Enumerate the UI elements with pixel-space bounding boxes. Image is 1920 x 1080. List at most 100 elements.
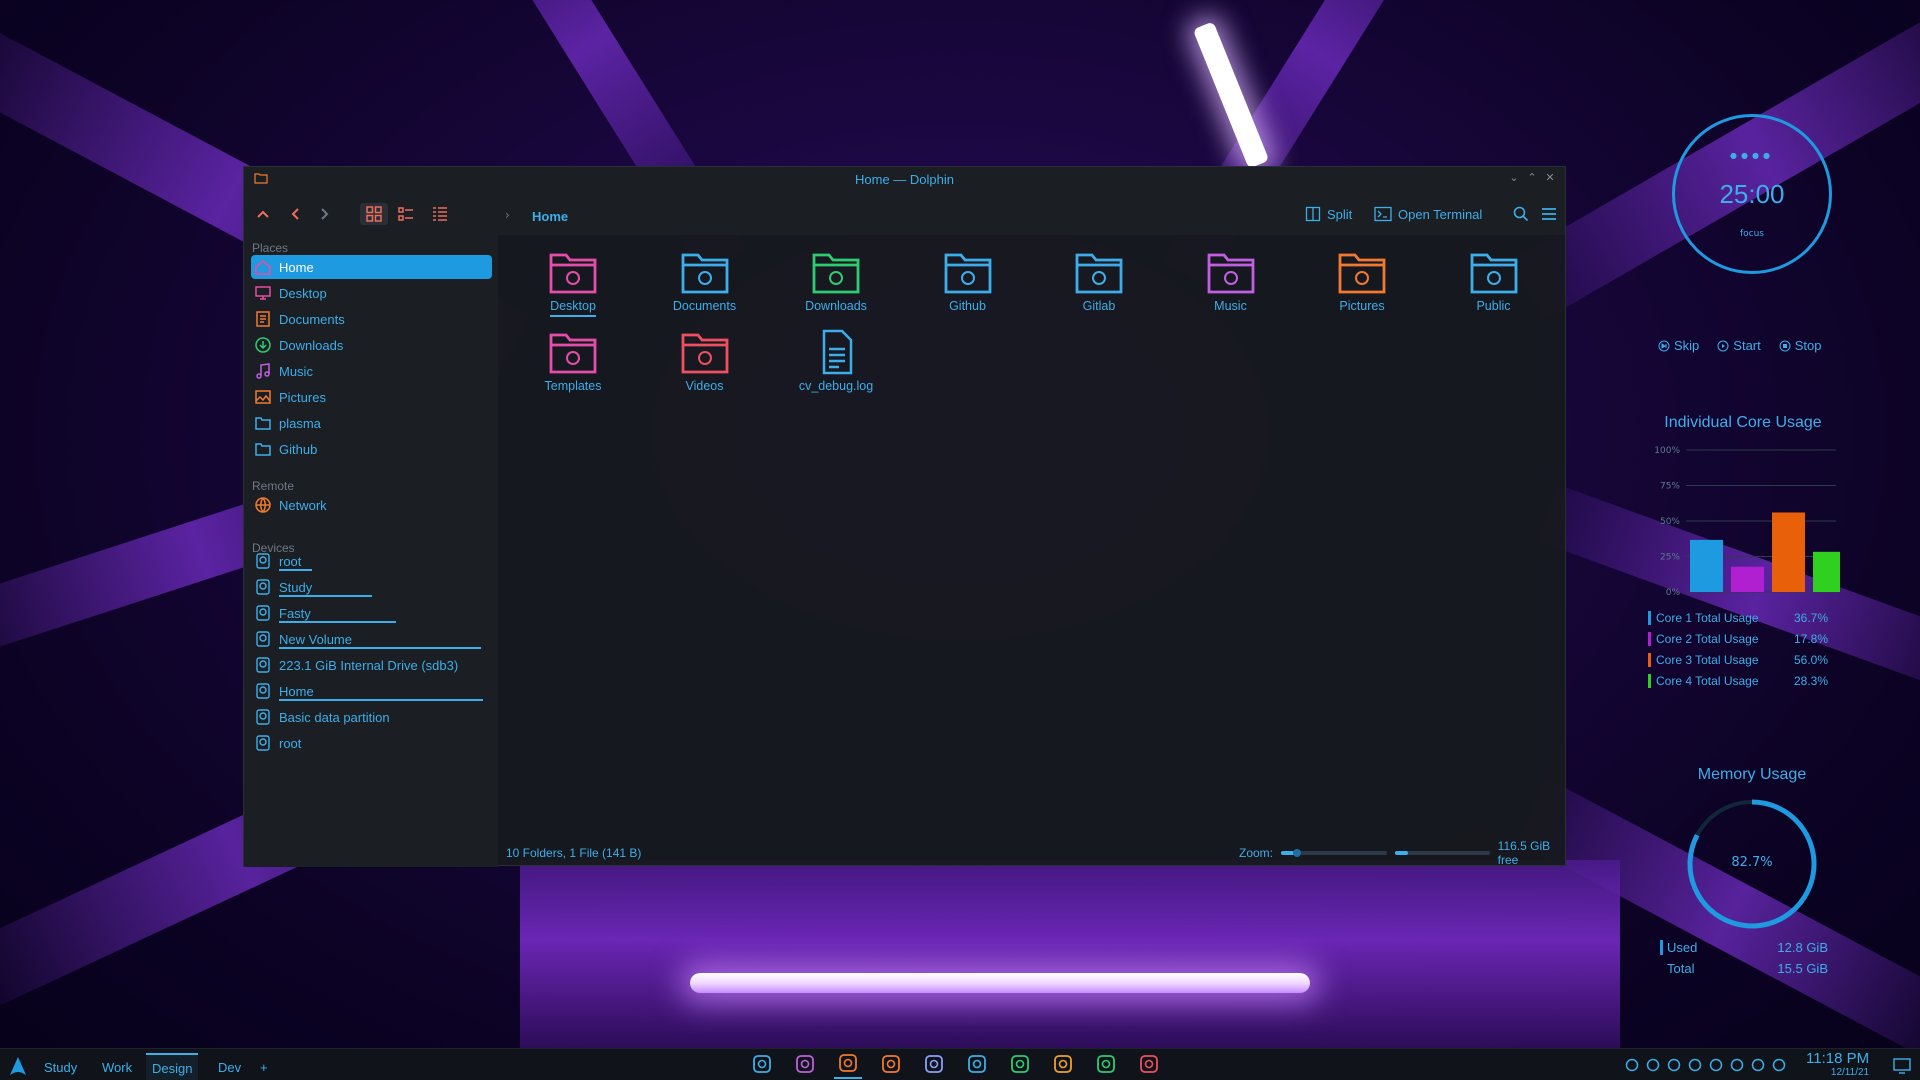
split-label: Split	[1327, 206, 1353, 222]
sidebar-item-downloads[interactable]: Downloads	[251, 333, 492, 357]
sidebar-item-device[interactable]: root	[251, 731, 492, 755]
places-header: Places	[252, 241, 289, 255]
network-icon[interactable]	[1729, 1057, 1745, 1073]
forward-button[interactable]	[314, 203, 336, 225]
memory-total-row: Total 15.5 GiB	[1660, 961, 1828, 976]
sidebar-item-plasma[interactable]: plasma	[251, 411, 492, 435]
sidebar-item-device[interactable]: 223.1 GiB Internal Drive (sdb3)	[251, 653, 492, 677]
virtual-desktop-study[interactable]: Study	[38, 1053, 83, 1080]
file-item[interactable]: Documents	[650, 249, 760, 329]
add-desktop-button[interactable]: +	[254, 1053, 274, 1080]
terminal-icon	[1374, 206, 1392, 222]
file-item[interactable]: Github	[913, 249, 1023, 329]
used-value: 12.8 GiB	[1777, 940, 1828, 955]
back-button[interactable]	[284, 203, 306, 225]
toolbar: › Home Split Open Terminal	[244, 191, 1565, 235]
settings-launcher[interactable]	[748, 1053, 776, 1079]
details-view-button[interactable]	[428, 203, 452, 225]
files-launcher[interactable]	[834, 1053, 862, 1079]
bluetooth-icon[interactable]	[1666, 1057, 1682, 1073]
file-item[interactable]: Templates	[518, 329, 628, 409]
remote-header: Remote	[252, 479, 295, 493]
sidebar-item-label: Network	[279, 497, 327, 513]
downloads-folder-icon	[810, 249, 862, 295]
file-item[interactable]: cv_debug.log	[781, 329, 891, 409]
file-item[interactable]: Public	[1439, 249, 1549, 329]
brave-launcher[interactable]	[877, 1053, 905, 1079]
zoom-slider[interactable]	[1281, 849, 1387, 857]
minimize-icon[interactable]: ⌄	[1507, 171, 1521, 185]
sidebar-item-home[interactable]: Home	[251, 255, 492, 279]
sidebar-item-device[interactable]: Basic data partition	[251, 705, 492, 729]
sidebar-item-music[interactable]: Music	[251, 359, 492, 383]
search-icon	[1513, 206, 1529, 222]
compact-view-button[interactable]	[394, 203, 418, 225]
open-terminal-button[interactable]: Open Terminal	[1374, 203, 1482, 225]
timer-mode: focus	[1739, 229, 1765, 239]
spotify-launcher[interactable]	[1006, 1053, 1034, 1079]
notifications-icon[interactable]	[1624, 1057, 1640, 1073]
sidebar-item-device[interactable]: Fasty	[251, 601, 492, 625]
y-tick-label: 25%	[1660, 553, 1680, 563]
file-item[interactable]: Downloads	[781, 249, 891, 329]
disk-usage-bar	[279, 699, 483, 701]
app-launcher-button[interactable]	[4, 1053, 32, 1079]
sidebar-item-pictures[interactable]: Pictures	[251, 385, 492, 409]
sidebar-item-device[interactable]: New Volume	[251, 627, 492, 651]
chrome-launcher[interactable]	[963, 1053, 991, 1079]
maximize-icon[interactable]: ⌃	[1525, 171, 1539, 185]
downloads-icon	[253, 335, 273, 355]
sidebar-item-github[interactable]: Github	[251, 437, 492, 461]
sidebar-item-documents[interactable]: Documents	[251, 307, 492, 331]
virtual-desktop-dev[interactable]: Dev	[212, 1053, 247, 1080]
pomodoro-controls: Skip Start Stop	[1658, 338, 1822, 353]
sidebar-item-device[interactable]: Home	[251, 679, 492, 703]
sidebar-item-label: 223.1 GiB Internal Drive (sdb3)	[279, 657, 459, 673]
file-item[interactable]: Gitlab	[1044, 249, 1154, 329]
split-button[interactable]: Split	[1305, 203, 1352, 225]
notes-launcher[interactable]	[1135, 1053, 1163, 1079]
file-item[interactable]: Music	[1176, 249, 1286, 329]
file-item[interactable]: Desktop	[518, 249, 628, 329]
terminal-label: Open Terminal	[1398, 206, 1483, 222]
digital-clock[interactable]: 11:18 PM 12/11/21	[1806, 1051, 1869, 1080]
session-dots: ●●●●	[1730, 151, 1774, 160]
sidebar-item-desktop[interactable]: Desktop	[251, 281, 492, 305]
notes-icon	[1139, 1054, 1159, 1078]
disk-usage-bar	[279, 647, 481, 649]
stop-button[interactable]: Stop	[1779, 338, 1822, 353]
start-button[interactable]: Start	[1717, 338, 1761, 353]
store-launcher[interactable]	[791, 1053, 819, 1079]
virtual-desktop-design[interactable]: Design	[146, 1053, 199, 1080]
stop-icon	[1779, 340, 1791, 351]
up-button[interactable]	[252, 203, 274, 225]
drive-icon	[253, 629, 273, 649]
wps-launcher[interactable]	[920, 1053, 948, 1079]
show-desktop-button[interactable]	[1888, 1053, 1916, 1079]
expand-tray-icon[interactable]	[1771, 1057, 1787, 1073]
kde-connect-icon[interactable]	[1645, 1057, 1661, 1073]
file-item[interactable]: Videos	[650, 329, 760, 409]
file-item[interactable]: Pictures	[1307, 249, 1417, 329]
breadcrumb[interactable]: Home	[532, 209, 568, 224]
legend-swatch	[1648, 611, 1651, 625]
sidebar-item-device[interactable]: root	[251, 549, 492, 573]
virtual-desktop-work[interactable]: Work	[96, 1053, 138, 1080]
sidebar-item-device[interactable]: Study	[251, 575, 492, 599]
clipboard-icon[interactable]	[1687, 1057, 1703, 1073]
menu-button[interactable]	[1538, 203, 1560, 225]
icons-view-button[interactable]	[360, 203, 388, 225]
tablet-launcher[interactable]	[1092, 1053, 1120, 1079]
close-icon[interactable]: ✕	[1543, 171, 1557, 185]
desktop-icon	[253, 283, 273, 303]
title-bar[interactable]: Home — Dolphin ⌄ ⌃ ✕	[244, 167, 1565, 191]
chevron-left-icon	[291, 208, 299, 220]
file-name: Videos	[685, 379, 724, 393]
chrome-alt-launcher[interactable]	[1049, 1053, 1077, 1079]
volume-icon[interactable]	[1708, 1057, 1724, 1073]
wifi-icon[interactable]	[1750, 1057, 1766, 1073]
sidebar-item-network[interactable]: Network	[251, 493, 492, 517]
skip-button[interactable]: Skip	[1658, 338, 1699, 353]
file-view[interactable]: Desktop Documents Downloads Github Gitlab Mus…	[498, 235, 1567, 867]
search-button[interactable]	[1510, 203, 1532, 225]
